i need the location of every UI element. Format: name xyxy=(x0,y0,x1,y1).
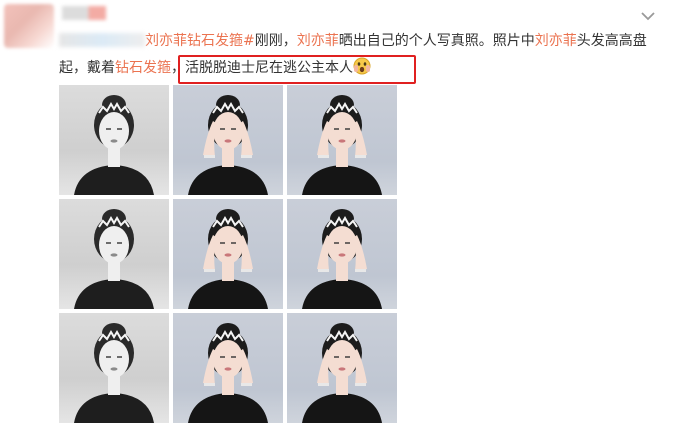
post-photo[interactable] xyxy=(59,199,169,309)
username-blurred[interactable] xyxy=(62,6,106,20)
highlight-annotation-box xyxy=(178,55,416,84)
post-photo[interactable] xyxy=(59,85,169,195)
text-segment: 晒出自己的个人写真照。照片中 xyxy=(338,33,535,49)
post-photo[interactable] xyxy=(287,85,397,195)
photo-grid xyxy=(59,85,399,426)
chevron-down-icon[interactable] xyxy=(640,10,656,22)
post-photo[interactable] xyxy=(287,313,397,423)
post-photo[interactable] xyxy=(59,313,169,423)
text-segment: 刚刚， xyxy=(254,33,297,49)
post-photo[interactable] xyxy=(287,199,397,309)
mention-link[interactable]: 刘亦菲 xyxy=(535,33,577,49)
avatar[interactable] xyxy=(4,4,54,48)
post-photo[interactable] xyxy=(173,313,283,423)
mention-link[interactable]: 刘亦菲 xyxy=(297,33,339,49)
hashtag-link[interactable]: 刘亦菲钻石发箍# xyxy=(145,33,255,49)
post-photo[interactable] xyxy=(173,85,283,195)
keyword-link[interactable]: 钻石发箍 xyxy=(115,60,171,76)
post-photo[interactable] xyxy=(173,199,283,309)
blurred-text xyxy=(59,33,145,47)
